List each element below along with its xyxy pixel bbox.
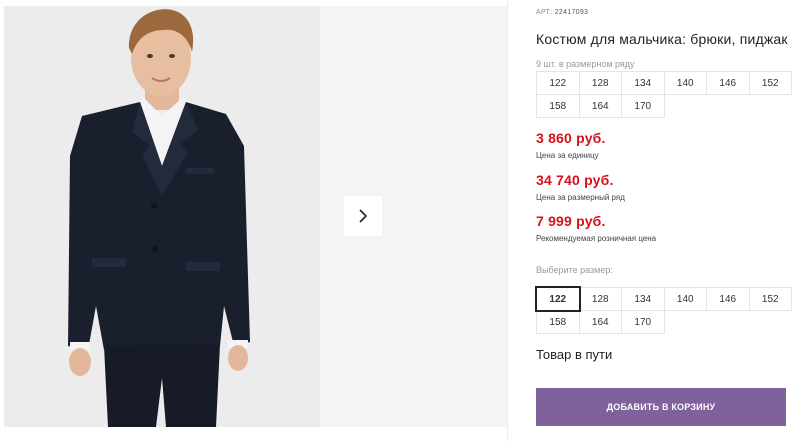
article-label: АРТ: — [536, 9, 553, 16]
unit-price-note: Цена за единицу — [536, 151, 599, 160]
product-gallery — [0, 0, 507, 441]
series-size-cell: 134 — [621, 71, 665, 95]
series-size-cell: 152 — [748, 71, 792, 95]
size-option[interactable]: 140 — [663, 287, 707, 311]
retail-price-note: Рекомендуемая розничная цена — [536, 234, 657, 243]
series-count-label: 9 шт. в размерном ряду — [536, 59, 635, 69]
size-option[interactable]: 134 — [621, 287, 665, 311]
size-option[interactable]: 170 — [621, 310, 665, 334]
add-to-cart-button[interactable]: ДОБАВИТЬ В КОРЗИНУ — [536, 388, 786, 426]
series-size-cell: 128 — [578, 71, 622, 95]
series-size-cell: 122 — [536, 71, 580, 95]
section-divider — [507, 0, 508, 441]
unit-price: 3 860 руб. — [536, 130, 606, 146]
choose-size-label: Выберите размер: — [536, 265, 613, 275]
size-option[interactable]: 158 — [536, 310, 580, 334]
size-option[interactable]: 146 — [706, 287, 750, 311]
article-value: 22417093 — [554, 9, 589, 16]
series-size-cell: 146 — [706, 71, 750, 95]
series-price: 34 740 руб. — [536, 172, 614, 188]
size-option-selected[interactable]: 122 — [535, 286, 581, 312]
product-title: Костюм для мальчика: брюки, пиджак — [536, 31, 788, 47]
next-image-button[interactable] — [344, 196, 382, 236]
series-size-cell: 158 — [536, 94, 580, 118]
size-option[interactable]: 164 — [578, 310, 622, 334]
chevron-right-icon — [359, 209, 368, 223]
size-option[interactable]: 128 — [578, 287, 622, 311]
retail-price: 7 999 руб. — [536, 213, 606, 229]
size-picker: 122 128 134 140 146 152 158 164 170 — [535, 286, 792, 334]
size-option[interactable]: 152 — [748, 287, 792, 311]
series-size-cell: 170 — [621, 94, 665, 118]
series-price-note: Цена за размерный ряд — [536, 193, 625, 202]
product-photo — [4, 6, 320, 427]
series-sizes-grid: 122 128 134 140 146 152 158 164 170 — [536, 71, 792, 118]
series-size-cell: 164 — [578, 94, 622, 118]
article-number: АРТ: 22417093 — [536, 9, 588, 16]
series-size-cell: 140 — [663, 71, 707, 95]
availability-status: Товар в пути — [536, 347, 613, 362]
